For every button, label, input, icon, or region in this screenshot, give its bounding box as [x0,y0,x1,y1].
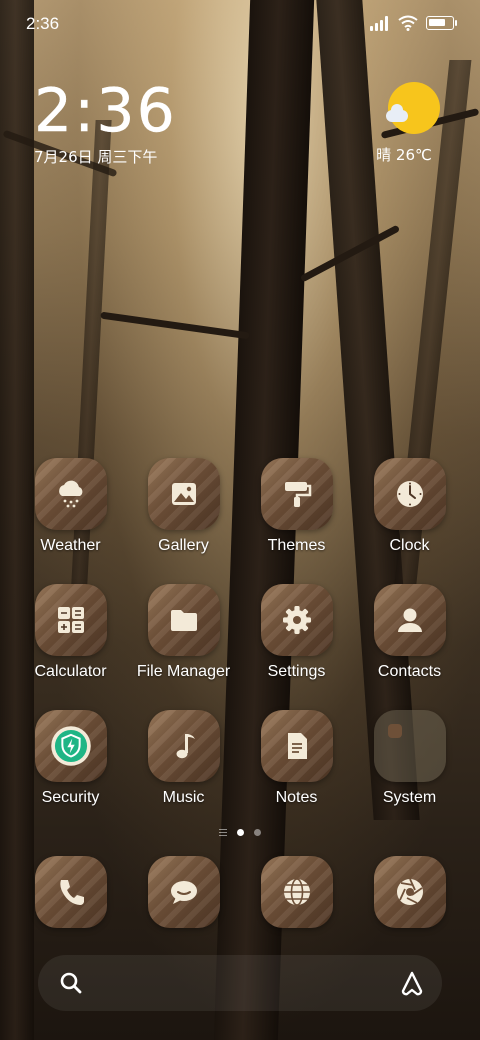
clock-widget[interactable]: 2:36 7月26日 周三下午 [34,78,177,167]
app-file-manager[interactable]: File Manager [127,584,240,710]
widget-time: 2:36 [34,76,177,146]
dock-messages[interactable] [127,856,240,932]
message-icon [147,856,220,928]
paint-roller-icon [260,458,333,530]
browser-icon [260,856,333,928]
shield-bolt-icon [34,710,107,782]
app-label: Security [41,789,100,806]
background-branch [100,311,250,340]
camera-icon [373,856,446,928]
app-label: System [382,789,437,806]
app-music[interactable]: Music [127,710,240,836]
weather-condition-temp: 晴 26℃ [376,146,432,164]
battery-icon [426,16,457,30]
page-indicator[interactable] [0,829,480,836]
battery-fill [429,19,445,26]
dock [14,856,466,932]
sun-cloud-icon [386,82,440,134]
app-gallery[interactable]: Gallery [127,458,240,584]
dock-camera[interactable] [353,856,466,932]
page-dot-active [237,829,244,836]
folder-icon [147,584,220,656]
app-system-folder[interactable]: System [353,710,466,836]
app-row: Weather Gallery Themes Clock [14,458,466,584]
app-row: Security Music Notes System [14,710,466,836]
app-label: Music [162,789,205,806]
music-note-icon [147,710,220,782]
app-label: File Manager [136,663,231,680]
app-notes[interactable]: Notes [240,710,353,836]
gear-icon [260,584,333,656]
search-bar[interactable] [38,955,442,1011]
dock-browser[interactable] [240,856,353,932]
dock-phone[interactable] [14,856,127,932]
page-dot [254,829,261,836]
mini-app-icon [387,724,402,738]
calculator-icon [34,584,107,656]
app-label: Calculator [34,663,107,680]
app-settings[interactable]: Settings [240,584,353,710]
phone-icon [34,856,107,928]
weather-widget[interactable]: 晴 26℃ [376,82,444,165]
assistant-icon[interactable] [398,969,426,997]
status-icons [370,15,457,31]
app-contacts[interactable]: Contacts [353,584,466,710]
app-label: Notes [275,789,318,806]
app-label: Contacts [377,663,442,680]
app-themes[interactable]: Themes [240,458,353,584]
search-icon[interactable] [58,970,84,996]
app-weather[interactable]: Weather [14,458,127,584]
app-clock[interactable]: Clock [353,458,466,584]
widget-date: 7月26日 周三下午 [34,148,158,166]
weather-icon [34,458,107,530]
app-label: Gallery [158,537,209,554]
clock-icon [373,458,446,530]
app-label: Weather [40,537,101,554]
signal-icon [370,15,390,31]
app-grid: Weather Gallery Themes Clock Calculator … [14,458,466,836]
person-icon [373,584,446,656]
app-label: Settings [267,663,326,680]
folder-icon [373,710,446,782]
wifi-icon [398,15,418,31]
gallery-icon [147,458,220,530]
note-icon [260,710,333,782]
menu-lines-icon [219,829,227,836]
app-security[interactable]: Security [14,710,127,836]
status-time: 2:36 [26,14,60,33]
app-row: Calculator File Manager Settings Contact… [14,584,466,710]
status-bar: 2:36 [0,0,480,50]
app-calculator[interactable]: Calculator [14,584,127,710]
app-label: Clock [389,537,430,554]
app-label: Themes [267,537,326,554]
